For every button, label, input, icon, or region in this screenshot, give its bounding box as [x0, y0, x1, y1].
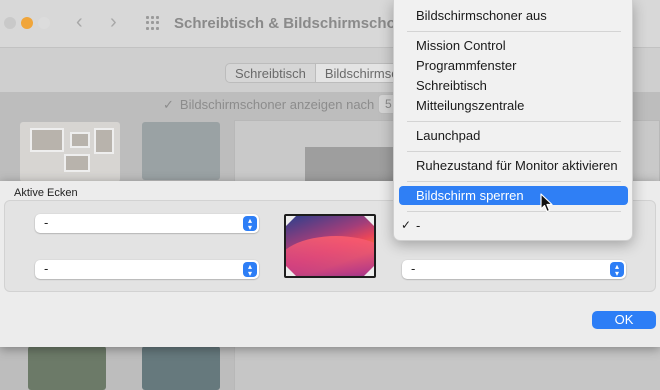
- menu-item-screensaver-off[interactable]: Bildschirmschoner aus: [399, 6, 628, 25]
- forward-arrow-icon[interactable]: ›: [110, 12, 117, 32]
- top-left-corner-popup[interactable]: - ▴ ▾: [35, 214, 259, 233]
- menu-item-display-sleep[interactable]: Ruhezustand für Monitor aktivieren: [399, 156, 628, 175]
- popup-value: -: [44, 261, 49, 276]
- menu-item-desktop[interactable]: Schreibtisch: [399, 76, 628, 95]
- menu-separator: [407, 121, 621, 122]
- menu-separator: [407, 151, 621, 152]
- menu-item-label: Launchpad: [416, 128, 481, 143]
- stepper-chevrons-icon: ▴ ▾: [610, 262, 624, 278]
- corner-marker-icon: [286, 216, 296, 226]
- menu-item-mission-control[interactable]: Mission Control: [399, 36, 628, 55]
- minimize-window-button[interactable]: [21, 17, 33, 29]
- screensaver-thumbnail[interactable]: [142, 122, 220, 180]
- screensaver-thumbnail[interactable]: [20, 122, 120, 182]
- monitor-preview-image: [284, 214, 376, 278]
- screensaver-thumbnail[interactable]: [28, 346, 106, 390]
- back-arrow-icon[interactable]: ‹: [76, 12, 83, 32]
- window-title: Schreibtisch & Bildschirmschoner: [174, 15, 420, 32]
- tab-desktop[interactable]: Schreibtisch: [226, 64, 315, 82]
- stepper-chevrons-icon: ▴ ▾: [243, 262, 257, 278]
- options-panel: [234, 346, 660, 390]
- stepper-chevrons-icon: ▴ ▾: [243, 216, 257, 232]
- menu-item-launchpad[interactable]: Launchpad: [399, 126, 628, 145]
- menu-item-none[interactable]: ✓ -: [399, 216, 628, 235]
- bottom-right-corner-popup[interactable]: - ▴ ▾: [402, 260, 626, 279]
- menu-separator: [407, 211, 621, 212]
- menu-item-app-windows[interactable]: Programmfenster: [399, 56, 628, 75]
- popup-value: -: [411, 261, 416, 276]
- corner-action-menu: Bildschirmschoner aus Mission Control Pr…: [393, 0, 633, 241]
- corner-marker-icon: [286, 266, 296, 276]
- sheet-title: Aktive Ecken: [14, 187, 78, 199]
- menu-item-label: Mission Control: [416, 38, 506, 53]
- screensaver-thumbnail[interactable]: [142, 346, 220, 390]
- close-window-button[interactable]: [4, 17, 16, 29]
- bottom-left-corner-popup[interactable]: - ▴ ▾: [35, 260, 259, 279]
- show-screensaver-label: Bildschirmschoner anzeigen nach: [179, 97, 375, 112]
- arrow-cursor-icon: [540, 193, 553, 213]
- corner-marker-icon: [364, 266, 374, 276]
- checkmark-icon: ✓: [163, 97, 174, 112]
- zoom-window-button[interactable]: [38, 17, 50, 29]
- show-screensaver-checkbox[interactable]: ✓ Bildschirmschoner anzeigen nach: [163, 97, 374, 113]
- menu-item-label: Mitteilungszentrale: [416, 98, 525, 113]
- menu-item-label: Ruhezustand für Monitor aktivieren: [416, 158, 618, 173]
- menu-item-label: Bildschirm sperren: [416, 188, 524, 203]
- ok-button[interactable]: OK: [592, 311, 656, 329]
- menu-item-label: -: [416, 218, 421, 233]
- menu-item-label: Schreibtisch: [416, 78, 487, 93]
- grid-icon[interactable]: [146, 16, 160, 30]
- menu-item-lock-screen[interactable]: Bildschirm sperren: [399, 186, 628, 205]
- menu-separator: [407, 181, 621, 182]
- menu-item-label: Bildschirmschoner aus: [416, 8, 547, 23]
- menu-item-label: Programmfenster: [416, 58, 517, 73]
- menu-separator: [407, 31, 621, 32]
- popup-value: -: [44, 215, 49, 230]
- menu-item-notification-center[interactable]: Mitteilungszentrale: [399, 96, 628, 115]
- corner-marker-icon: [364, 216, 374, 226]
- checkmark-icon: ✓: [401, 218, 412, 232]
